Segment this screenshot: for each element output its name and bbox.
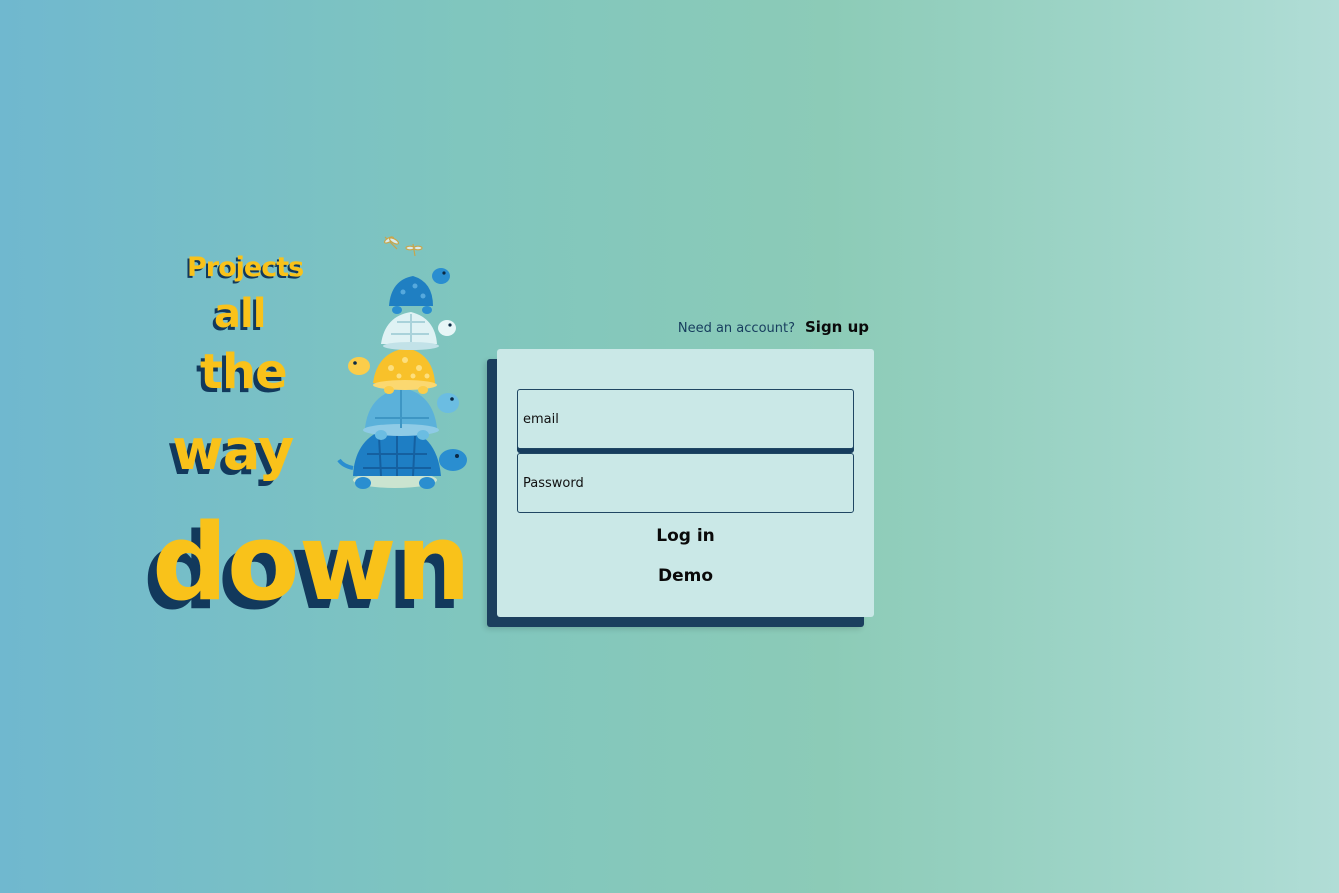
login-button[interactable]: Log in bbox=[497, 526, 874, 546]
password-field[interactable] bbox=[517, 453, 854, 513]
turtle-upper-middle bbox=[381, 312, 456, 350]
logo-word-way: way bbox=[172, 418, 294, 483]
signup-prompt-row: Need an account? Sign up bbox=[678, 318, 869, 336]
logo-word-all: all bbox=[214, 291, 266, 337]
need-account-text: Need an account? bbox=[677, 321, 795, 336]
turtle-middle bbox=[348, 348, 437, 394]
dragonfly-icon bbox=[383, 236, 423, 257]
app-logo: Projects all the way down bbox=[140, 228, 471, 638]
signup-link[interactable]: Sign up bbox=[805, 318, 869, 336]
logo-word-the: the bbox=[200, 344, 288, 400]
email-field[interactable] bbox=[517, 389, 854, 449]
demo-button[interactable]: Demo bbox=[497, 566, 874, 586]
turtle-lower-middle bbox=[363, 388, 459, 440]
logo-word-down: down bbox=[152, 501, 471, 624]
turtle-top bbox=[389, 268, 450, 314]
login-card: Log in Demo bbox=[497, 349, 874, 617]
logo-word-projects: Projects bbox=[187, 252, 304, 283]
turtle-stack-illustration bbox=[337, 236, 467, 489]
